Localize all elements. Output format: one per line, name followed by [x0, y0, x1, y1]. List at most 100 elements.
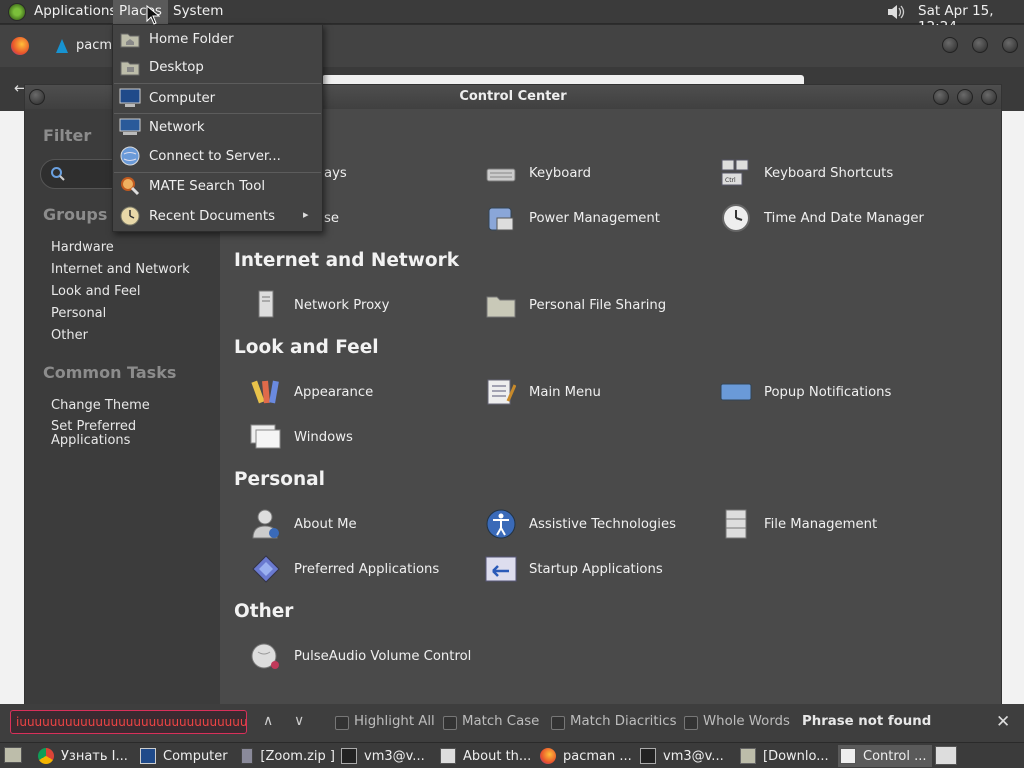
mate-logo-icon[interactable] — [8, 3, 26, 21]
applications-menu[interactable]: Applications — [28, 0, 122, 24]
keyboard-shortcuts-icon: Ctrl — [720, 157, 752, 189]
find-input[interactable]: iuuuuuuuuuuuuuuuuuuuuuuuuuuuuuu — [10, 710, 247, 734]
whole-words-checkbox[interactable] — [684, 716, 698, 730]
windows-icon — [250, 421, 282, 453]
item-file-management[interactable]: File Management — [720, 506, 877, 542]
match-case-label[interactable]: Match Case — [462, 714, 539, 729]
task-downloads[interactable]: [Downlo... — [740, 745, 834, 767]
close-findbar-icon[interactable]: ✕ — [996, 712, 1010, 732]
item-main-menu[interactable]: Main Menu — [485, 374, 601, 410]
menu-item-mate-search-tool[interactable]: MATE Search Tool — [113, 172, 322, 200]
task-terminal-1[interactable]: vm3@v... — [341, 745, 435, 767]
terminal-icon — [640, 748, 656, 764]
task-computer[interactable]: Computer — [140, 745, 234, 767]
item-preferred-applications[interactable]: Preferred Applications — [250, 551, 439, 587]
globe-icon — [119, 145, 141, 167]
find-bar: iuuuuuuuuuuuuuuuuuuuuuuuuuuuuuu ∧ ∨ High… — [0, 704, 1024, 742]
section-other: Other — [234, 601, 294, 622]
workspace-switcher[interactable] — [935, 746, 957, 765]
menu-item-connect-to-server[interactable]: Connect to Server... — [113, 142, 322, 170]
find-next-icon[interactable]: ∨ — [294, 713, 304, 729]
item-about-me[interactable]: About Me — [250, 506, 357, 542]
chrome-icon — [38, 748, 54, 764]
task-set-preferred-applications[interactable]: Set Preferred Applications — [51, 420, 136, 448]
search-tool-icon — [119, 175, 141, 197]
maximize-button[interactable] — [957, 89, 973, 105]
taskbar: Узнать I... Computer [Zoom.zip ] vm3@v..… — [0, 742, 1024, 768]
main-menu-icon — [485, 376, 517, 408]
menu-item-recent-documents[interactable]: Recent Documents ▸ — [113, 202, 322, 230]
item-network-proxy[interactable]: Network Proxy — [250, 287, 389, 323]
tab-arch-icon — [56, 39, 68, 53]
file-cabinet-icon — [720, 508, 752, 540]
sidebar-item-look-and-feel[interactable]: Look and Feel — [51, 284, 141, 299]
item-keyboard[interactable]: Keyboard — [485, 155, 591, 191]
places-dropdown-menu: Home Folder Desktop Computer Network Con… — [112, 24, 323, 232]
minimize-button[interactable] — [933, 89, 949, 105]
match-diacritics-label[interactable]: Match Diacritics — [570, 714, 677, 729]
browser-close-button[interactable] — [1002, 37, 1018, 53]
task-control-center[interactable]: Control ... — [838, 745, 932, 767]
item-popup-notifications[interactable]: Popup Notifications — [720, 374, 891, 410]
browser-page — [0, 111, 24, 704]
item-pulseaudio-volume-control[interactable]: PulseAudio Volume Control — [250, 638, 471, 674]
volume-icon[interactable] — [886, 3, 906, 21]
computer-icon — [119, 87, 141, 109]
close-button[interactable] — [981, 89, 997, 105]
match-diacritics-checkbox[interactable] — [551, 716, 565, 730]
section-look-and-feel: Look and Feel — [234, 337, 379, 358]
sidebar-item-hardware[interactable]: Hardware — [51, 240, 114, 255]
menu-item-desktop[interactable]: Desktop — [113, 53, 322, 81]
document-icon — [440, 748, 456, 764]
menu-item-network[interactable]: Network — [113, 113, 322, 141]
terminal-icon — [341, 748, 357, 764]
preferred-applications-icon — [250, 553, 282, 585]
match-case-checkbox[interactable] — [443, 716, 457, 730]
task-zoom-zip[interactable]: [Zoom.zip ] — [241, 745, 335, 767]
groups-heading: Groups — [43, 205, 108, 224]
sidebar-item-internet-and-network[interactable]: Internet and Network — [51, 262, 190, 277]
highlight-all-label[interactable]: Highlight All — [354, 714, 435, 729]
home-folder-icon — [119, 28, 141, 50]
common-tasks-heading: Common Tasks — [43, 363, 177, 382]
item-startup-applications[interactable]: Startup Applications — [485, 551, 663, 587]
item-personal-file-sharing[interactable]: Personal File Sharing — [485, 287, 666, 323]
computer-icon — [140, 748, 156, 764]
sidebar-item-personal[interactable]: Personal — [51, 306, 106, 321]
task-chrome[interactable]: Узнать I... — [38, 745, 132, 767]
control-center-icon — [840, 748, 856, 764]
keyboard-icon — [485, 157, 517, 189]
find-previous-icon[interactable]: ∧ — [263, 713, 273, 729]
accessibility-icon — [485, 508, 517, 540]
sidebar-item-other[interactable]: Other — [51, 328, 88, 343]
browser-page-right — [1002, 111, 1024, 704]
startup-applications-icon — [485, 553, 517, 585]
item-assistive-technologies[interactable]: Assistive Technologies — [485, 506, 676, 542]
browser-maximize-button[interactable] — [972, 37, 988, 53]
whole-words-label[interactable]: Whole Words — [703, 714, 790, 729]
task-change-theme[interactable]: Change Theme — [51, 398, 150, 413]
firefox-icon[interactable] — [11, 37, 29, 55]
item-power-management[interactable]: Power Management — [485, 200, 660, 236]
browser-minimize-button[interactable] — [942, 37, 958, 53]
firefox-icon — [540, 748, 556, 764]
item-appearance[interactable]: Appearance — [250, 374, 373, 410]
task-terminal-2[interactable]: vm3@v... — [640, 745, 734, 767]
filter-heading: Filter — [43, 126, 92, 145]
item-windows[interactable]: Windows — [250, 419, 353, 455]
about-me-icon — [250, 508, 282, 540]
menu-item-home-folder[interactable]: Home Folder — [113, 25, 322, 53]
clock-icon — [720, 202, 752, 234]
section-personal: Personal — [234, 469, 325, 490]
task-about[interactable]: About th... — [440, 745, 534, 767]
item-keyboard-shortcuts[interactable]: Ctrl Keyboard Shortcuts — [720, 155, 893, 191]
menu-item-computer[interactable]: Computer — [113, 84, 322, 112]
recent-documents-icon — [119, 205, 141, 227]
submenu-arrow-icon: ▸ — [303, 208, 309, 221]
task-pacman[interactable]: pacman ... — [540, 745, 634, 767]
show-desktop-icon[interactable] — [4, 747, 22, 763]
system-menu[interactable]: System — [167, 0, 229, 24]
item-time-and-date-manager[interactable]: Time And Date Manager — [720, 200, 924, 236]
network-proxy-icon — [250, 289, 282, 321]
highlight-all-checkbox[interactable] — [335, 716, 349, 730]
